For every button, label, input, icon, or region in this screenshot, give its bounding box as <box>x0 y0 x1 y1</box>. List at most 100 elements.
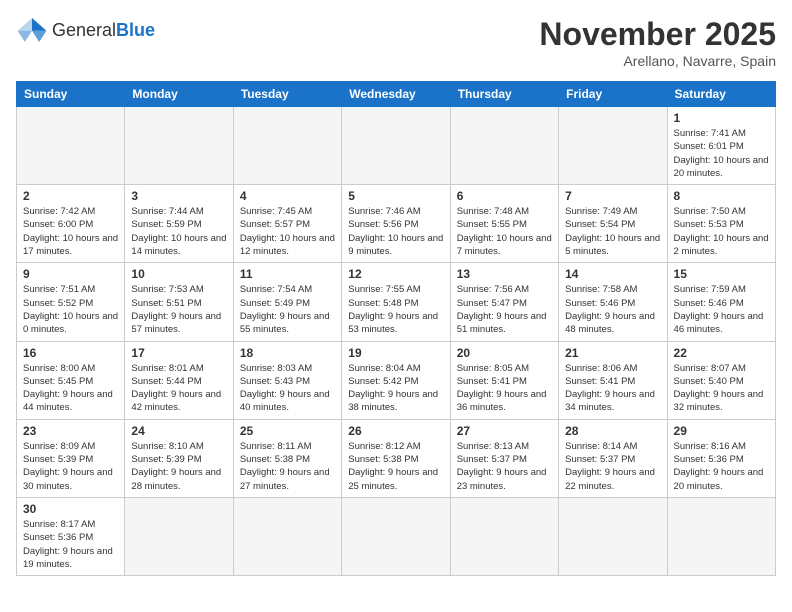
day-number: 8 <box>674 189 769 203</box>
calendar-cell: 6Sunrise: 7:48 AM Sunset: 5:55 PM Daylig… <box>450 185 558 263</box>
day-number: 4 <box>240 189 335 203</box>
calendar-cell: 3 Sunrise: 7:44 AM Sunset: 5:59 PM Daylig… <box>125 185 233 263</box>
calendar-cell <box>667 497 775 575</box>
calendar-cell: 24Sunrise: 8:10 AM Sunset: 5:39 PM Dayli… <box>125 419 233 497</box>
calendar-week-row: 1 Sunrise: 7:41 AM Sunset: 6:01 PM Daylig… <box>17 107 776 185</box>
calendar-cell: 22 Sunrise: 8:07 AM Sunset: 5:40 PM Dayli… <box>667 341 775 419</box>
day-number: 6 <box>457 189 552 203</box>
day-info: Sunrise: 8:09 AM Sunset: 5:39 PM Dayligh… <box>23 440 118 493</box>
location-subtitle: Arellano, Navarre, Spain <box>539 53 776 69</box>
day-number: 26 <box>348 424 443 438</box>
calendar-cell: 23 Sunrise: 8:09 AM Sunset: 5:39 PM Dayli… <box>17 419 125 497</box>
day-number: 20 <box>457 346 552 360</box>
calendar-cell: 8 Sunrise: 7:50 AM Sunset: 5:53 PM Daylig… <box>667 185 775 263</box>
day-info: Sunrise: 8:17 AM Sunset: 5:36 PM Dayligh… <box>23 518 118 571</box>
day-info: Sunrise: 8:01 AM Sunset: 5:44 PM Dayligh… <box>131 362 226 415</box>
day-info: Sunrise: 7:55 AM Sunset: 5:48 PM Dayligh… <box>348 283 443 336</box>
calendar-cell: 16Sunrise: 8:00 AM Sunset: 5:45 PM Dayli… <box>17 341 125 419</box>
day-number: 7 <box>565 189 660 203</box>
day-info: Sunrise: 7:56 AM Sunset: 5:47 PM Dayligh… <box>457 283 552 336</box>
calendar-cell <box>125 497 233 575</box>
calendar-cell <box>450 107 558 185</box>
calendar-cell: 27 Sunrise: 8:13 AM Sunset: 5:37 PM Dayli… <box>450 419 558 497</box>
calendar-week-row: 9Sunrise: 7:51 AM Sunset: 5:52 PM Daylig… <box>17 263 776 341</box>
day-number: 23 <box>23 424 118 438</box>
day-info: Sunrise: 7:44 AM Sunset: 5:59 PM Dayligh… <box>131 205 226 258</box>
day-info: Sunrise: 7:54 AM Sunset: 5:49 PM Dayligh… <box>240 283 335 336</box>
day-info: Sunrise: 8:06 AM Sunset: 5:41 PM Dayligh… <box>565 362 660 415</box>
day-info: Sunrise: 8:04 AM Sunset: 5:42 PM Dayligh… <box>348 362 443 415</box>
day-info: Sunrise: 7:46 AM Sunset: 5:56 PM Dayligh… <box>348 205 443 258</box>
day-number: 10 <box>131 267 226 281</box>
calendar-cell <box>233 107 341 185</box>
logo-icon <box>16 16 48 44</box>
calendar-cell: 5 Sunrise: 7:46 AM Sunset: 5:56 PM Daylig… <box>342 185 450 263</box>
day-number: 13 <box>457 267 552 281</box>
day-info: Sunrise: 8:13 AM Sunset: 5:37 PM Dayligh… <box>457 440 552 493</box>
title-block: November 2025 Arellano, Navarre, Spain <box>539 16 776 69</box>
month-title: November 2025 <box>539 16 776 53</box>
day-number: 21 <box>565 346 660 360</box>
day-number: 30 <box>23 502 118 516</box>
calendar-week-row: 23 Sunrise: 8:09 AM Sunset: 5:39 PM Dayli… <box>17 419 776 497</box>
day-number: 19 <box>348 346 443 360</box>
calendar-cell: 30 Sunrise: 8:17 AM Sunset: 5:36 PM Dayli… <box>17 497 125 575</box>
weekday-header-wednesday: Wednesday <box>342 82 450 107</box>
day-number: 29 <box>674 424 769 438</box>
calendar-cell <box>342 107 450 185</box>
day-info: Sunrise: 7:49 AM Sunset: 5:54 PM Dayligh… <box>565 205 660 258</box>
day-number: 27 <box>457 424 552 438</box>
day-number: 18 <box>240 346 335 360</box>
day-info: Sunrise: 7:45 AM Sunset: 5:57 PM Dayligh… <box>240 205 335 258</box>
calendar-cell: 20Sunrise: 8:05 AM Sunset: 5:41 PM Dayli… <box>450 341 558 419</box>
day-number: 9 <box>23 267 118 281</box>
weekday-header-tuesday: Tuesday <box>233 82 341 107</box>
calendar-cell <box>233 497 341 575</box>
day-info: Sunrise: 7:50 AM Sunset: 5:53 PM Dayligh… <box>674 205 769 258</box>
weekday-header-row: SundayMondayTuesdayWednesdayThursdayFrid… <box>17 82 776 107</box>
day-info: Sunrise: 8:03 AM Sunset: 5:43 PM Dayligh… <box>240 362 335 415</box>
calendar-cell: 9Sunrise: 7:51 AM Sunset: 5:52 PM Daylig… <box>17 263 125 341</box>
calendar-table: SundayMondayTuesdayWednesdayThursdayFrid… <box>16 81 776 576</box>
calendar-cell: 19 Sunrise: 8:04 AM Sunset: 5:42 PM Dayli… <box>342 341 450 419</box>
day-number: 24 <box>131 424 226 438</box>
day-info: Sunrise: 8:07 AM Sunset: 5:40 PM Dayligh… <box>674 362 769 415</box>
calendar-cell: 18 Sunrise: 8:03 AM Sunset: 5:43 PM Dayli… <box>233 341 341 419</box>
day-number: 1 <box>674 111 769 125</box>
page-header: GeneralBlue November 2025 Arellano, Nava… <box>16 16 776 69</box>
calendar-cell: 13 Sunrise: 7:56 AM Sunset: 5:47 PM Dayli… <box>450 263 558 341</box>
day-number: 5 <box>348 189 443 203</box>
calendar-cell <box>450 497 558 575</box>
day-info: Sunrise: 7:58 AM Sunset: 5:46 PM Dayligh… <box>565 283 660 336</box>
day-number: 22 <box>674 346 769 360</box>
calendar-cell: 28Sunrise: 8:14 AM Sunset: 5:37 PM Dayli… <box>559 419 667 497</box>
day-number: 25 <box>240 424 335 438</box>
calendar-cell: 4 Sunrise: 7:45 AM Sunset: 5:57 PM Daylig… <box>233 185 341 263</box>
day-number: 2 <box>23 189 118 203</box>
calendar-cell <box>17 107 125 185</box>
day-number: 12 <box>348 267 443 281</box>
day-info: Sunrise: 7:59 AM Sunset: 5:46 PM Dayligh… <box>674 283 769 336</box>
day-number: 11 <box>240 267 335 281</box>
weekday-header-thursday: Thursday <box>450 82 558 107</box>
day-info: Sunrise: 8:00 AM Sunset: 5:45 PM Dayligh… <box>23 362 118 415</box>
calendar-cell <box>342 497 450 575</box>
day-info: Sunrise: 8:11 AM Sunset: 5:38 PM Dayligh… <box>240 440 335 493</box>
day-number: 3 <box>131 189 226 203</box>
logo-text: GeneralBlue <box>52 20 155 41</box>
day-number: 15 <box>674 267 769 281</box>
calendar-cell: 14Sunrise: 7:58 AM Sunset: 5:46 PM Dayli… <box>559 263 667 341</box>
calendar-cell <box>559 497 667 575</box>
calendar-cell: 7 Sunrise: 7:49 AM Sunset: 5:54 PM Daylig… <box>559 185 667 263</box>
calendar-cell: 21 Sunrise: 8:06 AM Sunset: 5:41 PM Dayli… <box>559 341 667 419</box>
weekday-header-sunday: Sunday <box>17 82 125 107</box>
calendar-week-row: 2Sunrise: 7:42 AM Sunset: 6:00 PM Daylig… <box>17 185 776 263</box>
day-info: Sunrise: 7:41 AM Sunset: 6:01 PM Dayligh… <box>674 127 769 180</box>
calendar-week-row: 16Sunrise: 8:00 AM Sunset: 5:45 PM Dayli… <box>17 341 776 419</box>
calendar-cell <box>559 107 667 185</box>
weekday-header-friday: Friday <box>559 82 667 107</box>
calendar-cell: 29Sunrise: 8:16 AM Sunset: 5:36 PM Dayli… <box>667 419 775 497</box>
calendar-cell: 1 Sunrise: 7:41 AM Sunset: 6:01 PM Daylig… <box>667 107 775 185</box>
calendar-cell: 2Sunrise: 7:42 AM Sunset: 6:00 PM Daylig… <box>17 185 125 263</box>
day-number: 17 <box>131 346 226 360</box>
